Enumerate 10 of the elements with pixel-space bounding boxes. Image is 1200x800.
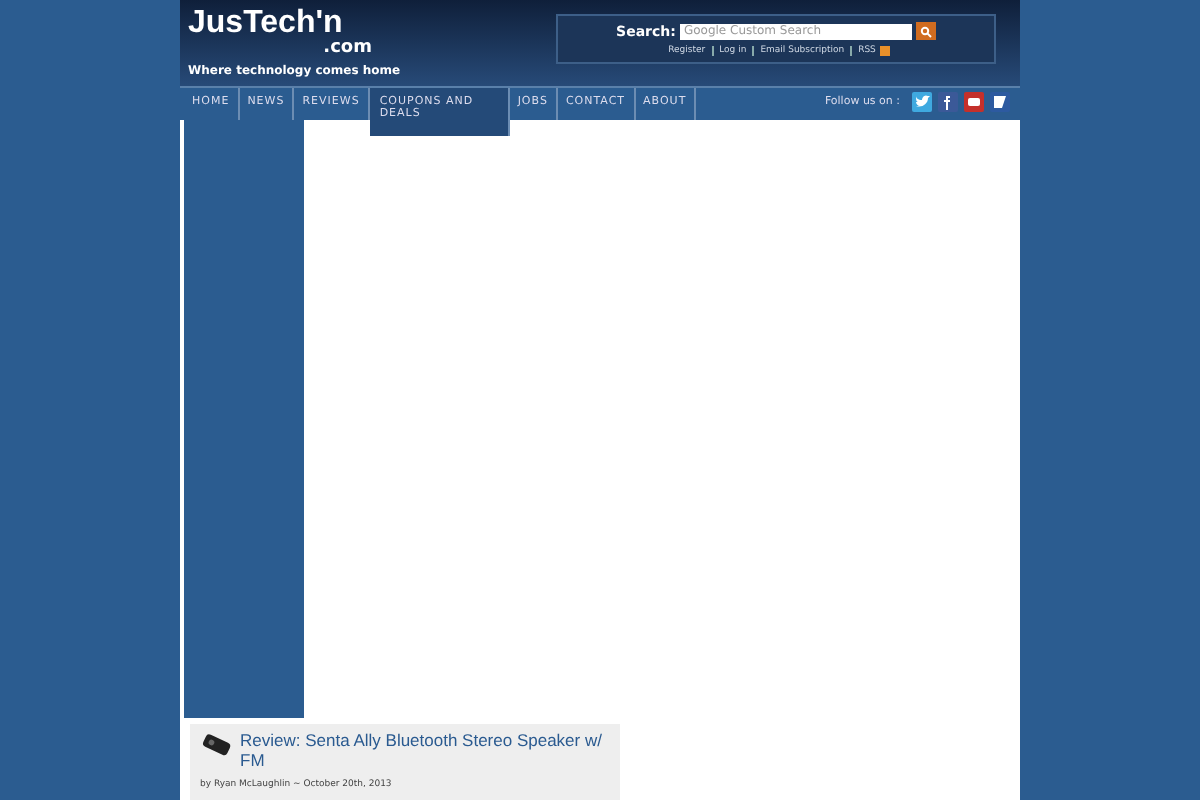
logo-suffix: .com <box>323 40 372 58</box>
rss-icon <box>879 46 890 56</box>
site-logo[interactable]: JusTech'n <box>188 6 372 40</box>
search-icon <box>919 25 932 37</box>
video-icon[interactable] <box>964 92 984 112</box>
bird-icon[interactable] <box>912 92 932 112</box>
post-title-link[interactable]: Review: Senta Ally Bluetooth Stereo Speaker w/ FM <box>240 730 610 770</box>
f-letter-icon[interactable] <box>938 92 958 112</box>
square-logo-icon[interactable] <box>990 92 1010 112</box>
search-button[interactable] <box>915 22 936 40</box>
